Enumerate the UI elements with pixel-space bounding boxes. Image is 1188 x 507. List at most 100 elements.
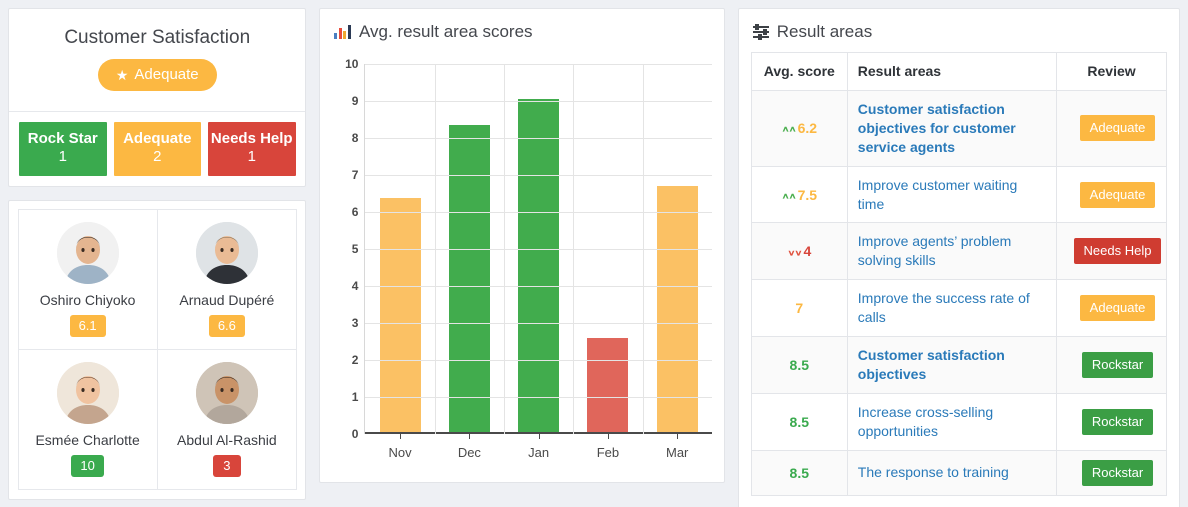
chart-bar[interactable] [518,99,560,434]
x-axis-tickmark [677,434,679,439]
col-review[interactable]: Review [1056,52,1168,91]
result-areas-table: Avg. score Result areas Review ∧∧ 6.2 Cust… [750,52,1168,496]
person-score-wrap: 10 [25,455,151,478]
y-axis-tick: 4 [351,279,359,293]
result-areas-card: Result areas Avg. score Result areas Rev… [737,8,1181,507]
avatar [195,222,258,285]
person-score-badge[interactable]: 6.6 [208,315,245,338]
result-areas-header: Result areas [739,9,1179,52]
y-axis-tick: 6 [351,205,359,219]
chart-bar[interactable] [448,125,490,434]
status-badge[interactable]: Rockstar [1081,351,1154,378]
row-area-cell: Customer satisfaction objectives [846,336,1058,394]
y-axis-tick: 2 [351,353,359,367]
x-axis-tick: Feb [596,445,620,460]
person-name: Abdul Al-Rashid [177,432,277,449]
row-score-value: 8.5 [789,464,810,481]
trend-up-icon: ∧∧ [781,125,796,134]
sliders-icon [752,24,769,40]
status-badge[interactable]: Needs Help [1073,238,1162,265]
row-area-cell: Improve the success rate of calls [846,279,1058,338]
table-row[interactable]: 8.5 The response to training Rockstar [750,449,1168,496]
row-area-cell: The response to training [846,449,1058,496]
x-gridline [504,64,505,434]
people-card: Oshiro Chiyoko 6.1 Arnaud Dupéré 6.6 Esmée C… [8,199,307,500]
y-axis-tick: 5 [351,242,359,256]
status-box-2[interactable]: Needs Help 1 [208,122,296,176]
person-card[interactable]: Arnaud Dupéré 6.6 [156,209,297,351]
status-box-count: 2 [153,148,162,166]
row-score-cell: 7 [750,279,848,338]
row-review-cell: Needs Help [1056,222,1168,281]
y-axis-tick: 0 [351,427,359,441]
status-box-count: 1 [58,148,67,166]
row-area-link[interactable]: Improve customer waiting time [858,176,1046,214]
person-score-badge[interactable]: 10 [71,455,104,478]
page-title: Customer Satisfaction [64,27,251,48]
row-score-value: 8.5 [789,413,810,430]
row-area-link[interactable]: Customer satisfaction objectives for cus… [858,100,1046,157]
status-badge[interactable]: Adequate [1079,295,1156,322]
row-area-link[interactable]: The response to training [858,463,1046,482]
x-axis [365,432,712,434]
person-score-wrap: 6.6 [164,315,290,338]
col-result-areas[interactable]: Result areas [846,52,1058,91]
person-card[interactable]: Abdul Al-Rashid 3 [156,349,297,491]
x-gridline [642,64,644,434]
status-box-count: 1 [247,148,256,166]
y-gridline [365,212,712,213]
table-row[interactable]: 8.5 Customer satisfaction objectives Rocks… [750,336,1168,394]
row-area-link[interactable]: Improve agents’ problem solving skills [858,232,1046,270]
table-row[interactable]: 7 Improve the success rate of calls Adequa… [750,279,1168,338]
overall-rating-wrap: ★ Adequate [9,59,305,111]
trend-up-icon: ∧∧ [781,191,796,201]
table-row[interactable]: ∧∧ 6.2 Customer satisfaction objectives fo… [750,90,1168,167]
table-row[interactable]: ∧∧ 7.5 Improve customer waiting time Adequa… [750,165,1168,224]
x-axis-tickmark [400,434,402,439]
overall-rating-badge[interactable]: ★ Adequate [97,59,217,91]
chart-bar[interactable] [379,198,421,434]
table-row[interactable]: 8.5 Increase cross-selling opportunities R… [750,392,1168,451]
status-box-0[interactable]: Rock Star 1 [19,122,107,176]
y-gridline [365,249,712,250]
y-gridline [365,360,712,361]
row-review-cell: Adequate [1056,165,1168,224]
status-box-1[interactable]: Adequate 2 [113,122,201,176]
trend-down-icon: ∨∨ [787,249,802,259]
person-score-badge[interactable]: 3 [212,455,241,478]
bar-chart-icon [334,25,351,39]
table-header-row: Avg. score Result areas Review [750,52,1168,91]
table-row[interactable]: ∨∨ 4 Improve agents’ problem solving skill… [750,222,1168,281]
row-score-cell: ∧∧ 6.2 [750,90,848,167]
col-avg-score[interactable]: Avg. score [750,52,848,91]
person-card[interactable]: Oshiro Chiyoko 6.1 [17,209,158,351]
chart-area: Nov Dec Jan Feb Mar 0 1 2 3 4 5 6 7 8 9 10 [320,52,723,482]
table-head: Avg. score Result areas Review [750,52,1168,91]
row-score-value: 8.5 [789,356,810,373]
row-review-cell: Rockstar [1056,449,1168,496]
avatar [195,362,258,425]
status-summary-row: Rock Star 1 Adequate 2 Needs Help 1 [9,112,305,186]
row-area-link[interactable]: Increase cross-selling opportunities [858,403,1046,441]
row-score-value: 4 [803,243,812,260]
y-gridline [365,323,712,324]
dashboard-page: Customer Satisfaction ★ Adequate Rock St… [0,0,1188,507]
y-axis-tick: 7 [351,168,359,182]
status-badge[interactable]: Rockstar [1081,408,1154,435]
person-score-badge[interactable]: 6.1 [69,315,106,338]
status-box-label: Needs Help [210,130,293,147]
people-grid: Oshiro Chiyoko 6.1 Arnaud Dupéré 6.6 Esmée C… [17,209,297,491]
person-name: Oshiro Chiyoko [39,292,136,309]
x-axis-tick: Dec [457,445,481,460]
y-gridline [365,286,712,287]
person-card[interactable]: Esmée Charlotte 10 [17,349,158,491]
status-badge[interactable]: Adequate [1079,115,1156,142]
status-badge[interactable]: Adequate [1079,181,1156,208]
avatar [56,222,119,285]
row-area-link[interactable]: Improve the success rate of calls [858,289,1046,327]
status-badge[interactable]: Rockstar [1081,459,1154,486]
row-area-link[interactable]: Customer satisfaction objectives [858,346,1046,384]
row-area-cell: Increase cross-selling opportunities [846,392,1058,451]
chart-bar[interactable] [587,337,629,434]
status-box-label: Rock Star [27,130,98,147]
